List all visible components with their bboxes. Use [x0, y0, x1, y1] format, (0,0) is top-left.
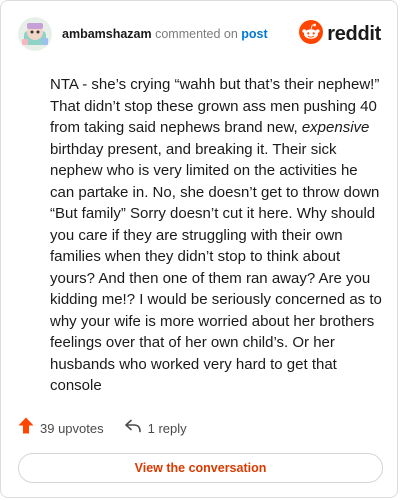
comment-text-part-2: birthday present, and breaking it. Their…: [50, 140, 382, 395]
reply-button[interactable]: 1 reply: [124, 419, 187, 438]
comment-card: ambamshazam commented on post reddit NTA…: [0, 0, 398, 498]
comment-byline: ambamshazam commented on post: [62, 26, 268, 42]
reply-count: 1 reply: [147, 420, 187, 436]
upvote-button[interactable]: 39 upvotes: [18, 417, 104, 439]
comment-actions: 39 upvotes 1 reply: [18, 417, 187, 439]
reply-arrow-icon: [124, 419, 142, 438]
comment-text: NTA - she’s crying “wahh but that’s thei…: [50, 74, 385, 397]
comment-emphasis: expensive: [301, 119, 370, 136]
username[interactable]: ambamshazam: [62, 27, 152, 41]
reddit-logo[interactable]: reddit: [299, 19, 381, 49]
reddit-wordmark: reddit: [327, 22, 381, 45]
comment-header: ambamshazam commented on post reddit: [18, 17, 381, 57]
reddit-snoo-icon: [299, 19, 324, 49]
view-conversation-button[interactable]: View the conversation: [18, 453, 383, 483]
user-avatar-icon[interactable]: [18, 17, 52, 51]
commented-on-text: commented on: [151, 27, 242, 41]
upvote-arrow-icon: [18, 417, 34, 439]
upvote-count: 39 upvotes: [40, 420, 104, 436]
post-link[interactable]: post: [241, 27, 267, 41]
